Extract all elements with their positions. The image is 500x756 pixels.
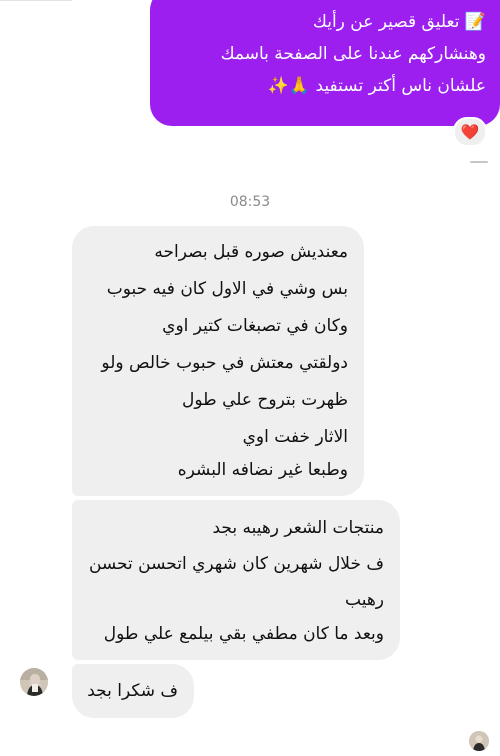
heart-reaction-icon[interactable]: ❤️ bbox=[453, 117, 487, 147]
divider bbox=[0, 0, 72, 1]
message-line: وهنشاركهم عندنا على الصفحة باسمك bbox=[220, 44, 486, 64]
sender-avatar[interactable] bbox=[20, 668, 48, 696]
message-line: وطبعا غير نضافه البشره bbox=[177, 460, 348, 480]
received-message-bubble[interactable]: منتجات الشعر رهيبه بجد ف خلال شهرين كان … bbox=[72, 500, 400, 660]
chat-thread: 📝 تعليق قصير عن رأيك وهنشاركهم عندنا على… bbox=[0, 0, 500, 756]
message-line: بس وشي في الاول كان فيه حبوب bbox=[106, 279, 348, 299]
message-line: ف شكرا بجد bbox=[87, 681, 178, 701]
message-line: 📝 تعليق قصير عن رأيك bbox=[312, 12, 486, 32]
seen-avatar bbox=[469, 731, 489, 751]
message-line: وبعد ما كان مطفي بقي بيلمع علي طول bbox=[103, 624, 384, 644]
received-message-bubble[interactable]: ف شكرا بجد bbox=[72, 664, 194, 718]
sent-message-bubble[interactable]: 📝 تعليق قصير عن رأيك وهنشاركهم عندنا على… bbox=[150, 0, 500, 126]
message-line: رهيب bbox=[345, 590, 384, 610]
message-line: معنديش صوره قبل بصراحه bbox=[154, 242, 348, 262]
message-line: علشان ناس أكتر تستفيد 🙏✨ bbox=[267, 76, 486, 96]
message-line: دولقتي معتش في حبوب خالص ولو bbox=[101, 353, 348, 373]
message-timestamp: 08:53 bbox=[229, 194, 271, 210]
seen-status bbox=[470, 158, 488, 166]
message-line: ف خلال شهرين كان شهري اتحسن تحسن bbox=[88, 554, 384, 574]
message-line: وكان في تصبغات كتير اوي bbox=[162, 316, 348, 336]
message-line: منتجات الشعر رهيبه بجد bbox=[212, 518, 384, 538]
received-message-bubble[interactable]: معنديش صوره قبل بصراحه بس وشي في الاول ك… bbox=[72, 226, 364, 496]
message-line: ظهرت بتروح علي طول bbox=[182, 390, 348, 410]
message-line: الاثار خفت اوي bbox=[242, 427, 348, 447]
